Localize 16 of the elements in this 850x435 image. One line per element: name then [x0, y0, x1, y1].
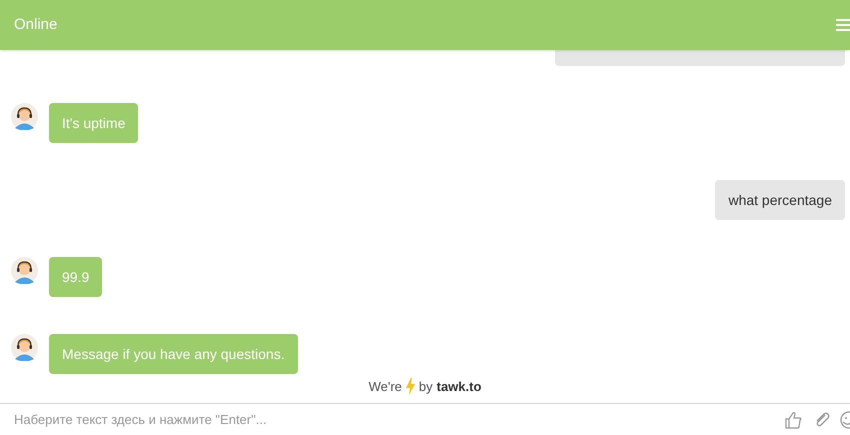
agent-message-bubble: It's uptime: [49, 103, 138, 143]
agent-message-bubble: Message if you have any questions.: [49, 334, 298, 374]
menu-icon[interactable]: [836, 19, 850, 31]
status-title: Online: [14, 14, 58, 35]
lightning-icon: [406, 378, 415, 395]
agent-avatar-icon: [11, 103, 38, 130]
branding-text: We're: [368, 378, 402, 396]
agent-avatar-icon: [11, 334, 38, 361]
brand-link[interactable]: tawk.to: [436, 376, 482, 396]
visitor-message-bubble: what percentage: [715, 180, 845, 220]
thumbs-up-icon[interactable]: [784, 410, 802, 428]
smiley-icon[interactable]: [840, 410, 850, 428]
message-input[interactable]: Наберите текст здесь и нажмите "Enter"...: [14, 410, 784, 430]
agent-avatar-icon: [11, 257, 38, 284]
agent-message-bubble: 99.9: [49, 257, 102, 297]
branding-text: by: [418, 378, 433, 396]
